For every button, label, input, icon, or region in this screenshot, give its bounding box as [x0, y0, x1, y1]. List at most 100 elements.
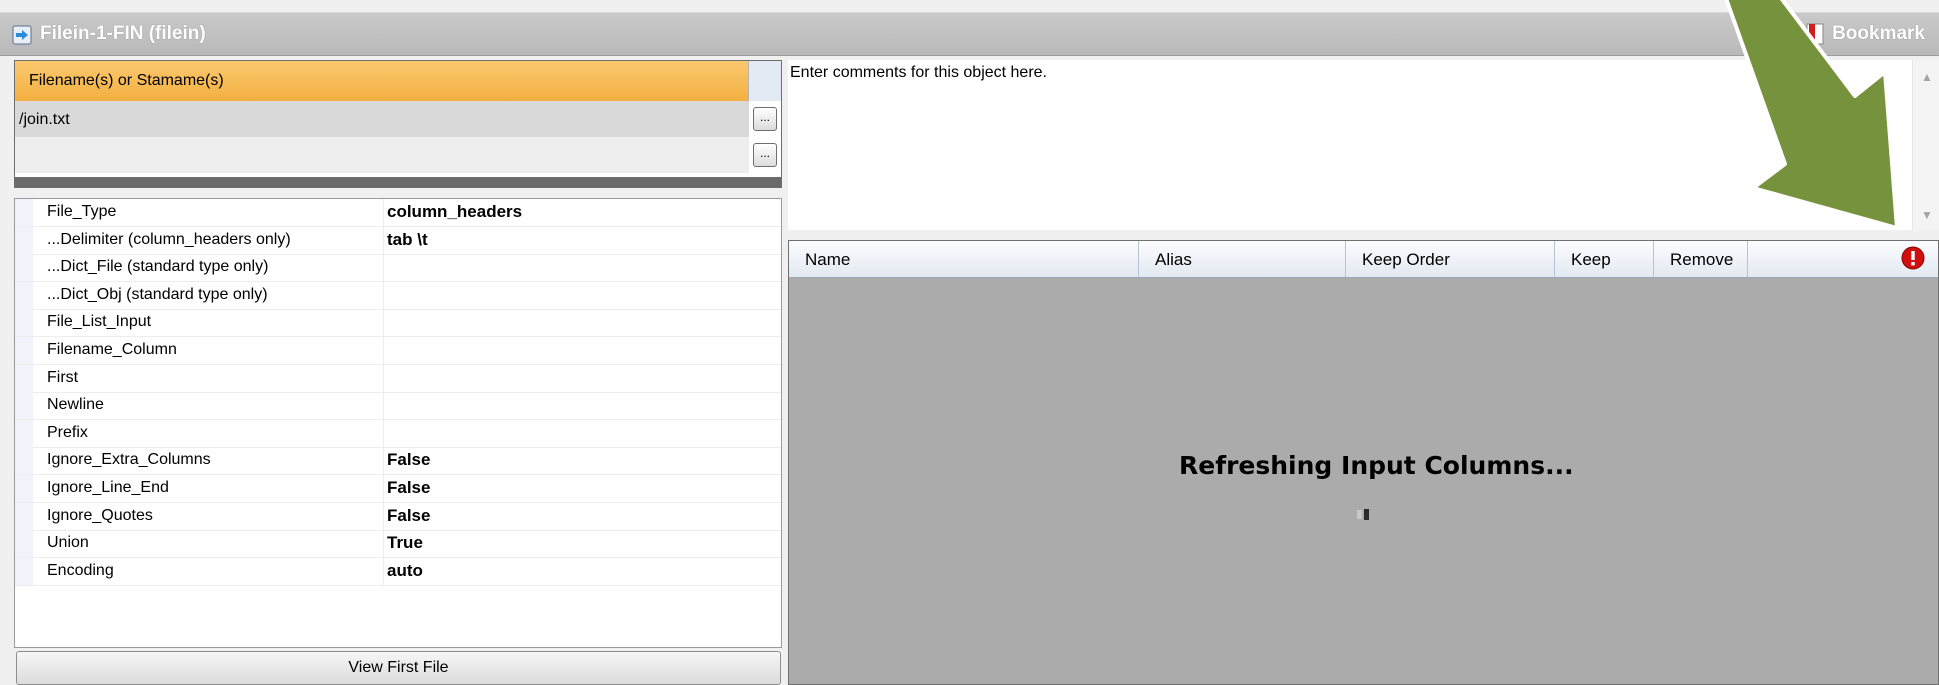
property-name: Prefix: [47, 423, 88, 441]
property-name: Newline: [47, 396, 104, 414]
error-icon[interactable]: [1901, 246, 1925, 270]
property-name: File_List_Input: [47, 313, 152, 331]
property-row[interactable]: File_Type column_headers: [15, 199, 781, 227]
filename-browse-cell: ...: [749, 101, 781, 137]
property-divider: [383, 475, 384, 502]
property-name: ...Dict_File (standard type only): [47, 258, 269, 276]
property-row[interactable]: ...Dict_Obj (standard type only): [15, 281, 781, 310]
scroll-up-icon[interactable]: ▲: [1921, 70, 1933, 84]
loading-spinner-icon: [1357, 509, 1369, 520]
property-name: ...Delimiter (column_headers only): [47, 230, 291, 248]
property-value[interactable]: column_headers: [387, 202, 522, 222]
property-value[interactable]: tab \t: [387, 230, 428, 250]
col-header-label: Remove: [1670, 250, 1734, 269]
property-row-gutter: [15, 337, 33, 364]
property-row[interactable]: Ignore_Quotes False: [15, 502, 781, 531]
grid-corner: [749, 61, 781, 101]
property-row[interactable]: Ignore_Line_End False: [15, 475, 781, 503]
scroll-down-icon[interactable]: ▼: [1921, 208, 1933, 222]
property-row[interactable]: Encoding auto: [15, 557, 781, 586]
filein-arrow-icon: [12, 25, 32, 45]
property-divider: [383, 337, 384, 364]
property-row-gutter: [15, 254, 33, 282]
property-row[interactable]: Ignore_Extra_Columns False: [15, 447, 781, 476]
property-name: Ignore_Extra_Columns: [47, 451, 211, 469]
col-header-keep[interactable]: Keep: [1555, 241, 1654, 277]
property-row[interactable]: Prefix: [15, 419, 781, 448]
property-row[interactable]: Newline: [15, 392, 781, 421]
property-value[interactable]: True: [387, 533, 423, 553]
property-row-gutter: [15, 364, 33, 392]
comments-box[interactable]: Enter comments for this object here. ▲ ▼: [788, 60, 1939, 230]
window-title: Filein-1-FIN (filein): [40, 23, 206, 44]
title-bar: Filein-1-FIN (filein) Bookmark: [0, 12, 1939, 56]
property-row[interactable]: Filename_Column: [15, 337, 781, 365]
property-row[interactable]: File_List_Input: [15, 309, 781, 338]
property-row-gutter: [15, 447, 33, 475]
property-row-gutter: [15, 226, 33, 254]
property-divider: [383, 502, 384, 530]
property-name: First: [47, 368, 79, 386]
property-divider: [383, 226, 384, 254]
property-row[interactable]: First: [15, 364, 781, 393]
property-divider: [383, 199, 384, 226]
filename-row[interactable]: [15, 137, 749, 173]
property-row[interactable]: Union True: [15, 530, 781, 559]
columns-header-row: Name Alias Keep Order Keep Remove: [789, 241, 1938, 278]
filename-browse-cell: ...: [749, 137, 781, 173]
col-header-label: Name: [805, 250, 851, 269]
property-divider: [383, 530, 384, 558]
property-divider: [383, 364, 384, 392]
property-divider: [383, 254, 384, 282]
property-value[interactable]: False: [387, 506, 430, 526]
refresh-status-text: Refreshing Input Columns...: [1179, 451, 1574, 480]
col-header-remove[interactable]: Remove: [1654, 241, 1748, 277]
property-row[interactable]: ...Delimiter (column_headers only) tab \t: [15, 226, 781, 255]
filename-row[interactable]: /join.txt: [15, 101, 749, 137]
property-name: Encoding: [47, 561, 114, 579]
property-row-gutter: [15, 502, 33, 530]
bookmark-icon: [1806, 23, 1824, 45]
property-divider: [383, 557, 384, 585]
property-divider: [383, 309, 384, 337]
col-header-name[interactable]: Name: [789, 241, 1139, 277]
property-row-gutter: [15, 392, 33, 420]
columns-grid: Name Alias Keep Order Keep Remove Refres…: [788, 240, 1939, 685]
property-row-gutter: [15, 199, 33, 226]
property-grid: File_Type column_headers ...Delimiter (col…: [14, 198, 782, 648]
filename-header-label: Filename(s) or Stamame(s): [29, 72, 224, 89]
property-name: ...Dict_Obj (standard type only): [47, 285, 268, 303]
property-name: File_Type: [47, 203, 117, 220]
grid-bottom-bar: [15, 177, 781, 187]
browse-button[interactable]: ...: [753, 143, 777, 167]
property-row-gutter: [15, 530, 33, 558]
property-divider: [383, 419, 384, 447]
property-divider: [383, 392, 384, 420]
property-name: Ignore_Line_End: [47, 479, 169, 496]
comments-scrollbar[interactable]: ▲ ▼: [1912, 60, 1939, 230]
filename-column-header[interactable]: Filename(s) or Stamame(s): [15, 61, 749, 101]
browse-button[interactable]: ...: [753, 107, 777, 131]
bookmark-label: Bookmark: [1832, 23, 1925, 44]
bookmark-button[interactable]: Bookmark: [1806, 23, 1925, 45]
comments-text[interactable]: Enter comments for this object here.: [790, 64, 1047, 82]
property-row[interactable]: ...Dict_File (standard type only): [15, 254, 781, 283]
property-row-gutter: [15, 309, 33, 337]
property-value[interactable]: auto: [387, 561, 423, 581]
property-row-gutter: [15, 281, 33, 309]
col-header-label: Alias: [1155, 250, 1192, 269]
property-value[interactable]: False: [387, 450, 430, 470]
property-row-gutter: [15, 475, 33, 502]
property-name: Ignore_Quotes: [47, 506, 153, 524]
col-header-keep-order[interactable]: Keep Order: [1346, 241, 1555, 277]
col-header-alias[interactable]: Alias: [1139, 241, 1346, 277]
property-divider: [383, 447, 384, 475]
property-name: Union: [47, 534, 89, 552]
filename-cell[interactable]: /join.txt: [19, 111, 70, 129]
col-header-label: Keep: [1571, 250, 1611, 269]
filename-grid: Filename(s) or Stamame(s) /join.txt ... …: [14, 60, 782, 188]
property-row-gutter: [15, 557, 33, 585]
view-first-file-button[interactable]: View First File: [16, 651, 781, 685]
property-value[interactable]: False: [387, 478, 430, 498]
property-row-gutter: [15, 419, 33, 447]
